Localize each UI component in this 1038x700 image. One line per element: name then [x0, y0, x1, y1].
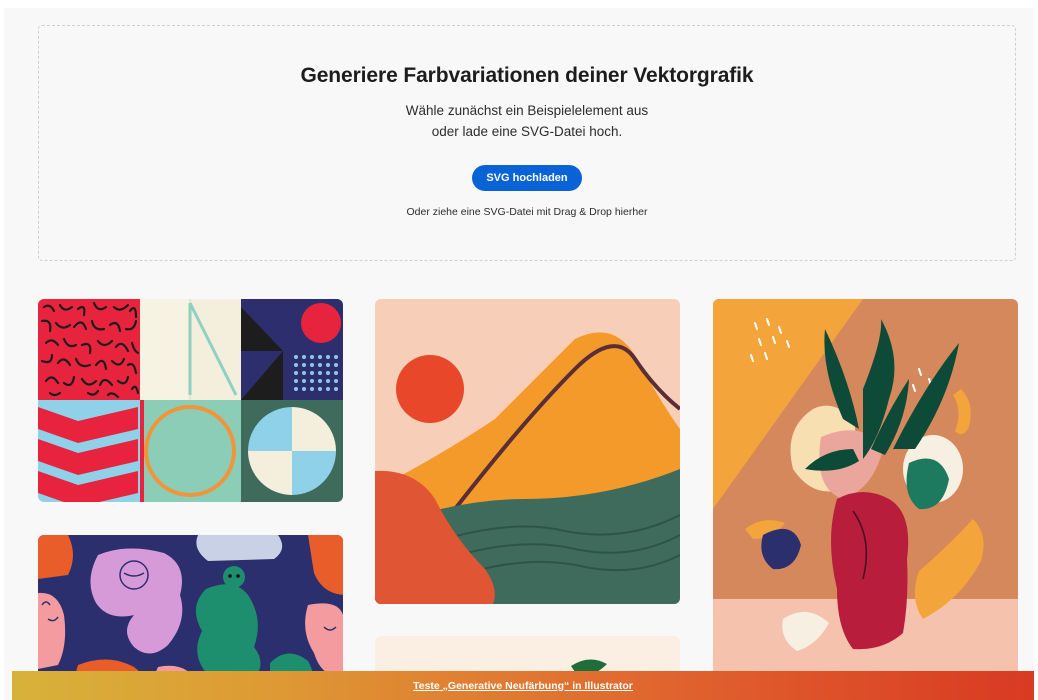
dropzone-subtitle: Wähle zunächst ein Beispielelement aus o…	[39, 100, 1015, 142]
try-generative-recolor-link[interactable]: Teste „Generative Neufärbung“ in Illustr…	[413, 680, 633, 692]
dropzone-title: Generiere Farbvariationen deiner Vektorg…	[300, 64, 754, 87]
dropzone-subtitle-line2: oder lade eine SVG-Datei hoch.	[431, 124, 623, 139]
sample-tile-landscape[interactable]	[375, 299, 680, 604]
drag-drop-hint: Oder ziehe eine SVG-Datei mit Drag & Dro…	[406, 206, 648, 218]
plant-vase-sample-icon	[713, 299, 1018, 689]
landscape-sample-icon	[375, 299, 680, 604]
sample-tile-plant-vase[interactable]	[713, 299, 1018, 689]
upload-svg-button[interactable]: SVG hochladen	[472, 165, 582, 191]
svg-dropzone[interactable]: Generiere Farbvariationen deiner Vektorg…	[38, 25, 1016, 261]
dropzone-subtitle-line1: Wähle zunächst ein Beispielelement aus	[405, 103, 649, 118]
main-canvas: Generiere Farbvariationen deiner Vektorg…	[4, 8, 1034, 700]
geometric-pattern-sample-icon	[38, 299, 343, 502]
sample-tile-geometric[interactable]	[38, 299, 343, 502]
illustrator-promo-banner: Teste „Generative Neufärbung“ in Illustr…	[12, 671, 1034, 700]
